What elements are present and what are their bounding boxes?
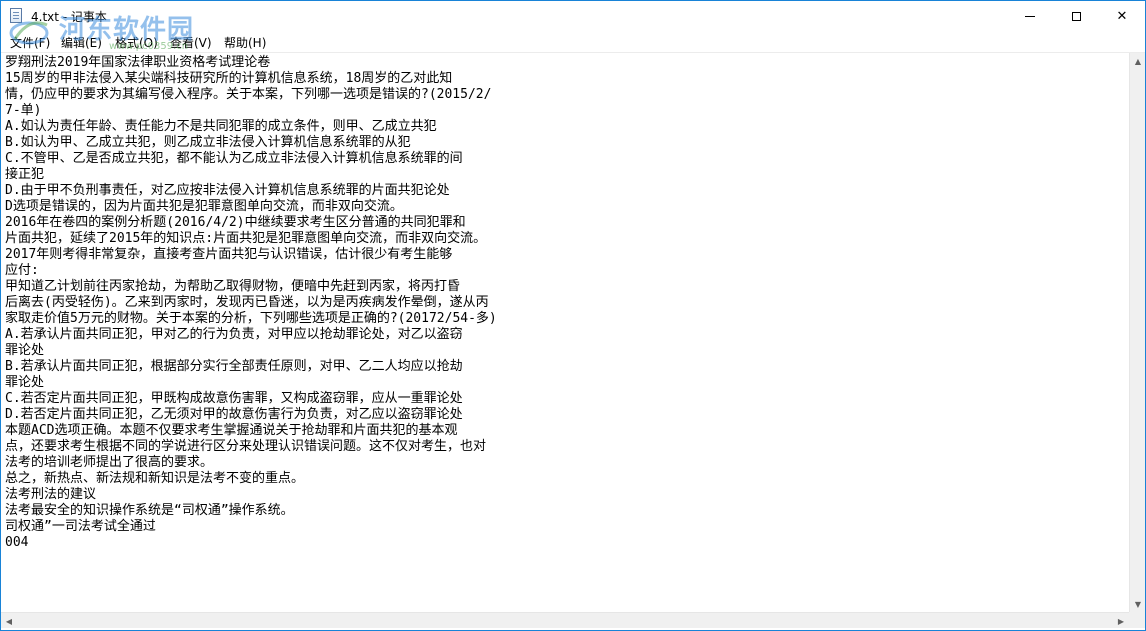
menu-edit[interactable]: 编辑(E) <box>59 34 104 51</box>
menu-file[interactable]: 文件(F) <box>8 34 52 51</box>
scroll-up-icon[interactable]: ▲ <box>1130 53 1145 69</box>
text-editor-area[interactable]: 罗翔刑法2019年国家法律职业资格考试理论卷 15周岁的甲非法侵入某尖端科技研究… <box>1 53 1129 612</box>
minimize-icon <box>1025 15 1035 17</box>
close-icon: ✕ <box>1116 8 1128 24</box>
scroll-right-icon[interactable]: ▶ <box>1113 613 1129 629</box>
notepad-window: 4.txt - 记事本 ✕ 文件(F) 编辑(E) 格式(O) 查看(V) 帮助… <box>0 0 1146 631</box>
scroll-left-icon[interactable]: ◀ <box>1 613 17 629</box>
document-text[interactable]: 罗翔刑法2019年国家法律职业资格考试理论卷 15周岁的甲非法侵入某尖端科技研究… <box>1 53 1129 551</box>
notepad-app-icon <box>10 8 22 23</box>
maximize-icon <box>1071 11 1081 21</box>
close-button[interactable]: ✕ <box>1099 1 1145 31</box>
window-title: 4.txt - 记事本 <box>31 10 107 24</box>
menu-view[interactable]: 查看(V) <box>168 34 214 51</box>
maximize-button[interactable] <box>1053 1 1099 31</box>
menu-bar: 文件(F) 编辑(E) 格式(O) 查看(V) 帮助(H) <box>1 31 1145 53</box>
scroll-down-icon[interactable]: ▼ <box>1130 596 1145 612</box>
title-bar[interactable]: 4.txt - 记事本 ✕ <box>1 1 1145 31</box>
scrollbar-corner <box>1129 612 1145 628</box>
minimize-button[interactable] <box>1007 1 1053 31</box>
menu-format[interactable]: 格式(O) <box>113 34 160 51</box>
menu-help[interactable]: 帮助(H) <box>222 34 268 51</box>
vertical-scrollbar[interactable]: ▲ ▼ <box>1129 53 1145 612</box>
horizontal-scrollbar[interactable]: ◀ ▶ <box>1 612 1129 628</box>
